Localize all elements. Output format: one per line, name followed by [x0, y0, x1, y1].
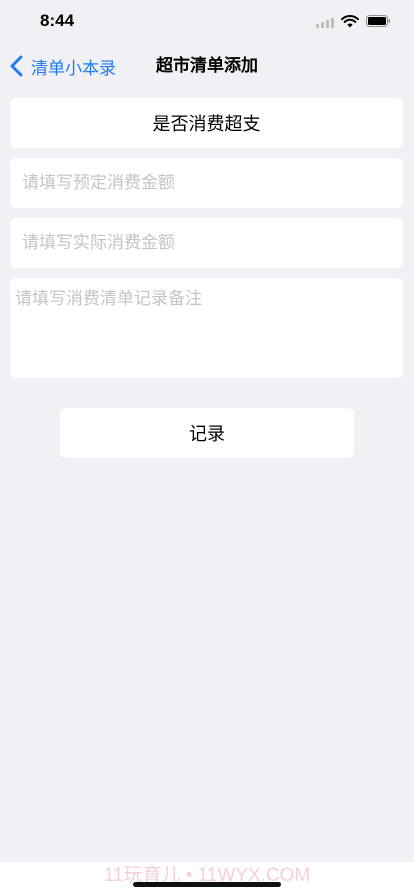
- status-bar: 8:44: [0, 0, 414, 44]
- watermark-bar: 11玩育儿 • 11WYX.COM: [0, 862, 414, 896]
- actual-amount-input[interactable]: [20, 232, 393, 254]
- planned-amount-field-container: [10, 158, 403, 208]
- planned-amount-input[interactable]: [20, 172, 393, 194]
- back-button-label: 清单小本录: [31, 58, 116, 79]
- actual-amount-field-container: [10, 218, 403, 268]
- chevron-left-icon: [10, 55, 23, 77]
- cellular-signal-icon: [316, 18, 336, 28]
- back-button[interactable]: 清单小本录: [10, 44, 116, 88]
- status-time: 8:44: [40, 11, 75, 30]
- note-textarea[interactable]: [15, 284, 398, 372]
- battery-icon: [366, 15, 390, 27]
- note-field-container: [10, 278, 403, 378]
- overspend-label: 是否消费超支: [152, 114, 261, 135]
- navigation-bar: 清单小本录 超市清单添加: [0, 44, 414, 88]
- wifi-icon: [341, 15, 359, 28]
- home-indicator[interactable]: [133, 882, 281, 887]
- record-button[interactable]: 记录: [60, 408, 354, 458]
- record-button-label: 记录: [189, 424, 225, 445]
- overspend-toggle-button[interactable]: 是否消费超支: [10, 98, 403, 148]
